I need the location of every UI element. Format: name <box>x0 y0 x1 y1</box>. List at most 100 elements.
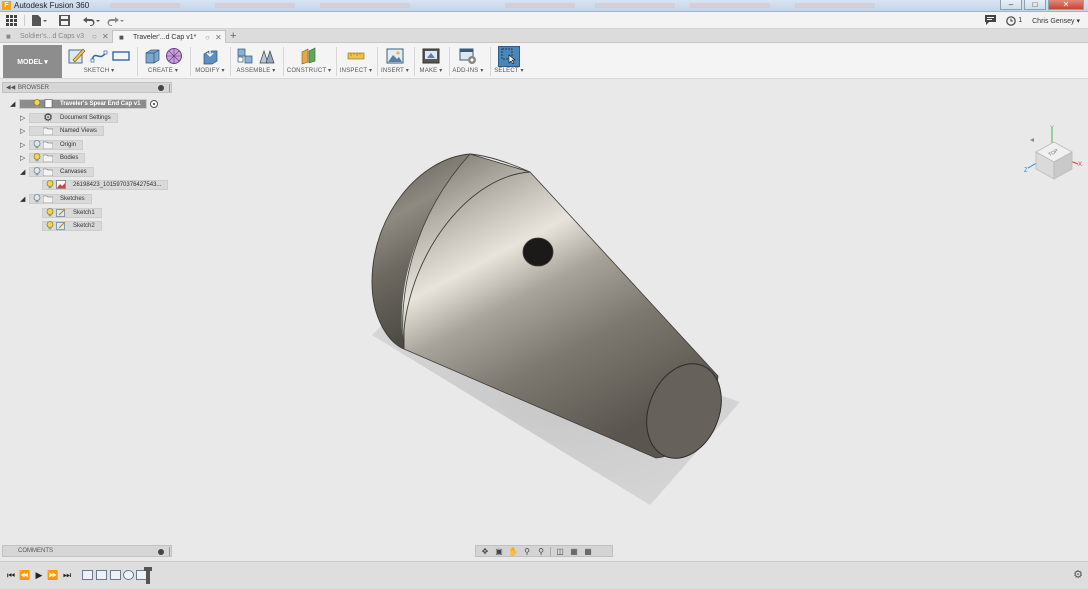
grid-settings-icon[interactable]: ▦ <box>569 547 579 556</box>
ribbon-group-assemble[interactable]: ASSEMBLE ▾ <box>233 45 279 78</box>
orbit-icon[interactable]: ✥ <box>480 547 490 556</box>
go-to-end-icon[interactable]: ⏭ <box>61 569 73 581</box>
browser-node-sketch2[interactable]: Sketch2 <box>42 220 102 231</box>
browser-node-canvas-image[interactable]: 26198423_1015970376427543... <box>42 179 169 190</box>
visibility-bulb-icon[interactable] <box>45 208 55 218</box>
undo-icon[interactable] <box>82 14 102 27</box>
look-at-icon[interactable]: ▣ <box>494 547 504 556</box>
select-tool-icon[interactable] <box>498 45 520 67</box>
visibility-bulb-icon[interactable] <box>32 99 42 109</box>
fit-zoom-icon[interactable]: ⚲ <box>536 547 546 556</box>
gear-icon[interactable]: ⚙ <box>1073 568 1083 581</box>
visibility-bulb-off-icon[interactable] <box>32 140 42 150</box>
go-to-start-icon[interactable]: ⏮ <box>5 569 17 581</box>
timeline-canvas-feature-icon[interactable] <box>82 570 93 580</box>
ribbon-group-select[interactable]: SELECT ▾ <box>493 45 525 78</box>
expand-arrow-icon[interactable]: ◢ <box>10 100 19 108</box>
create-sketch-icon[interactable] <box>68 47 86 65</box>
panel-options-icon[interactable] <box>158 85 164 91</box>
3d-print-icon[interactable] <box>422 47 440 65</box>
new-component-icon[interactable] <box>236 47 254 65</box>
cone-side-hole[interactable] <box>522 237 554 267</box>
joint-icon[interactable] <box>258 47 276 65</box>
timeline-sketch-feature-icon[interactable] <box>110 570 121 580</box>
browser-panel-header[interactable]: ◀◀ BROWSER <box>2 82 172 93</box>
tab-soldiers-caps[interactable]: ■ Soldier's...d Caps v3 ○ ✕ <box>0 30 112 43</box>
new-tab-button[interactable]: + <box>230 29 236 43</box>
browser-node-sketches[interactable]: ◢ Sketches <box>20 193 92 204</box>
job-status[interactable]: 1 <box>1006 15 1022 26</box>
offset-plane-icon[interactable] <box>300 47 318 65</box>
browser-node-bodies[interactable]: ▷ Bodies <box>20 152 86 163</box>
panel-grip-icon[interactable] <box>169 547 170 556</box>
ribbon-group-construct[interactable]: CONSTRUCT ▾ <box>286 45 332 78</box>
expand-arrow-icon[interactable]: ▷ <box>20 114 29 122</box>
browser-node-origin[interactable]: ▷ Origin <box>20 139 84 150</box>
visibility-bulb-off-icon[interactable] <box>32 194 42 204</box>
collapse-arrow-icon[interactable]: ◢ <box>20 168 29 176</box>
collapse-panel-icon[interactable]: ◀◀ <box>6 83 15 93</box>
redo-icon[interactable] <box>106 14 126 27</box>
pan-hand-icon[interactable]: ✋ <box>508 547 518 556</box>
form-icon[interactable] <box>165 47 183 65</box>
zoom-icon[interactable]: ⚲ <box>522 547 532 556</box>
comment-icon[interactable] <box>985 14 997 27</box>
root-pill[interactable]: Traveler's Spear End Cap v1 <box>19 98 148 109</box>
apps-grid-icon[interactable] <box>5 14 18 27</box>
measure-icon[interactable] <box>347 47 365 65</box>
press-pull-icon[interactable] <box>201 47 219 65</box>
save-icon[interactable] <box>58 14 71 27</box>
browser-node-document-settings[interactable]: ▷ ⚙ Document Settings <box>20 112 118 124</box>
expand-arrow-icon[interactable]: ▷ <box>20 141 29 149</box>
workspace-switcher[interactable]: MODEL ▾ <box>3 45 62 78</box>
expand-arrow-icon[interactable]: ▷ <box>20 154 29 162</box>
user-menu[interactable]: Chris Gensey ▾ <box>1032 17 1080 25</box>
maximize-button[interactable]: □ <box>1024 0 1046 10</box>
expand-arrow-icon[interactable]: ▷ <box>20 127 29 135</box>
extrude-icon[interactable] <box>143 47 161 65</box>
display-settings-icon[interactable]: ◫ <box>555 547 565 556</box>
close-tab-icon[interactable]: ✕ <box>102 30 109 43</box>
ribbon-group-insert[interactable]: INSERT ▾ <box>380 45 410 78</box>
panel-grip-icon[interactable] <box>169 84 170 92</box>
timeline-sketch-feature-icon[interactable] <box>96 570 107 580</box>
spline-icon[interactable] <box>90 47 108 65</box>
browser-node-canvases[interactable]: ◢ Canvases <box>20 166 94 177</box>
scripts-addins-icon[interactable] <box>459 47 477 65</box>
visibility-bulb-icon[interactable] <box>45 180 55 190</box>
timeline-revolve-feature-icon[interactable] <box>123 570 134 580</box>
visibility-bulb-icon[interactable] <box>32 153 42 163</box>
ribbon-group-label: SELECT ▾ <box>494 68 524 74</box>
browser-root-node[interactable]: ◢ Traveler's Spear End Cap v1 <box>10 98 159 109</box>
insert-image-icon[interactable] <box>386 47 404 65</box>
home-view-icon[interactable] <box>1030 138 1034 142</box>
collapse-arrow-icon[interactable]: ◢ <box>20 195 29 203</box>
tab-travelers-cap[interactable]: ■ Traveler'...d Cap v1* ○ ✕ <box>112 30 226 43</box>
visibility-bulb-off-icon[interactable] <box>32 167 42 177</box>
browser-node-named-views[interactable]: ▷ Named Views <box>20 125 104 136</box>
ribbon-group-make[interactable]: MAKE ▾ <box>417 45 445 78</box>
ribbon-group-create[interactable]: CREATE ▾ <box>140 45 186 78</box>
panel-options-icon[interactable] <box>158 549 164 555</box>
step-back-icon[interactable]: ⏪ <box>19 569 31 581</box>
view-cube[interactable]: TOP Y X Z <box>1022 124 1084 182</box>
ribbon-group-modify[interactable]: MODIFY ▾ <box>193 45 227 78</box>
toolbar-right-area: 1 Chris Gensey ▾ <box>985 12 1080 29</box>
model-canvas[interactable] <box>0 79 1088 561</box>
timeline-marker[interactable] <box>144 567 152 584</box>
ribbon-group-addins[interactable]: ADD-INS ▾ <box>452 45 484 78</box>
comments-panel-header[interactable]: COMMENTS <box>2 545 172 557</box>
step-forward-icon[interactable]: ⏩ <box>47 569 59 581</box>
activate-radio-icon[interactable] <box>150 99 159 108</box>
rectangle-sketch-icon[interactable] <box>112 47 130 65</box>
close-button[interactable]: ✕ <box>1048 0 1084 10</box>
file-menu-icon[interactable] <box>30 14 48 27</box>
ribbon-group-sketch[interactable]: SKETCH ▾ <box>64 45 134 78</box>
visibility-bulb-icon[interactable] <box>45 221 55 231</box>
viewports-icon[interactable]: ▦ <box>583 547 593 556</box>
browser-node-sketch1[interactable]: Sketch1 <box>42 207 102 218</box>
minimize-button[interactable]: – <box>1000 0 1022 10</box>
3d-viewport[interactable]: TOP Y X Z <box>0 79 1088 561</box>
ribbon-group-inspect[interactable]: INSPECT ▾ <box>339 45 373 78</box>
play-icon[interactable]: ▶ <box>33 569 45 581</box>
